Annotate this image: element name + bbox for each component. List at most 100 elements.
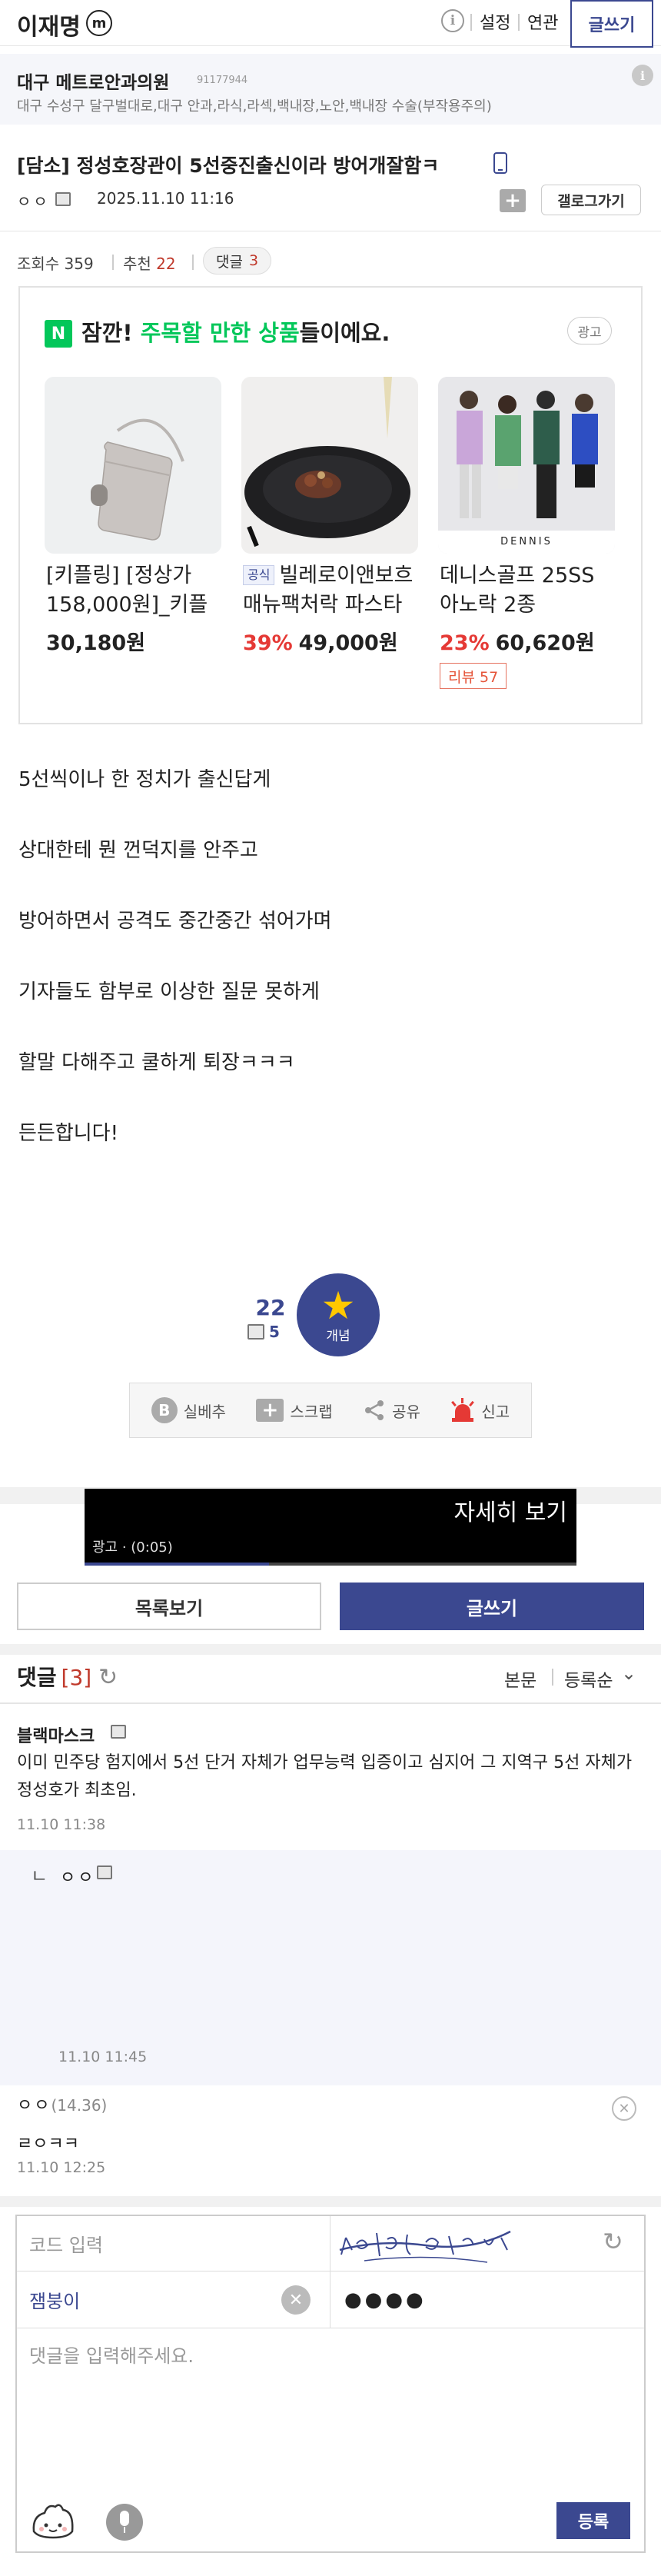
- post-body-line: 상대한테 뭔 껀덕지를 안주고: [18, 839, 258, 862]
- star-icon: ★: [321, 1283, 356, 1328]
- recommend-total: 22: [255, 1295, 286, 1320]
- product-discount-2: 39%: [243, 631, 293, 655]
- comment-author[interactable]: 블랙마스크: [17, 1722, 95, 1747]
- reply-author[interactable]: ㅇㅇ: [60, 1864, 95, 1889]
- brand-label: DENNIS: [500, 536, 553, 547]
- header-divider: [470, 14, 472, 31]
- add-icon[interactable]: +: [500, 189, 526, 212]
- video-time: 광고 · (0:05): [92, 1539, 173, 1556]
- share-button[interactable]: 공유: [363, 1399, 420, 1422]
- comment-count-pill[interactable]: 댓글 3: [203, 247, 272, 275]
- report-label: 신고: [481, 1402, 510, 1421]
- post-title: [담소] 정성호장관이 5선중진출신이라 방어개잘함ㅋ: [17, 155, 440, 177]
- comments-header-label: 댓글: [17, 1665, 57, 1690]
- divider: [112, 255, 114, 270]
- heading-pre: 잠깐!: [81, 320, 141, 346]
- ad-label-badge[interactable]: 광고: [567, 317, 612, 344]
- official-badge: 공식: [243, 565, 275, 585]
- heading-post: 들이에요.: [299, 320, 390, 346]
- product-price-3-value: 60,620원: [495, 631, 595, 655]
- info-icon[interactable]: i: [441, 9, 464, 32]
- comment-author[interactable]: ㅇㅇ(14.36): [17, 2092, 107, 2116]
- divider: [552, 1669, 553, 1686]
- comments-header-count: [3]: [61, 1665, 92, 1690]
- recommend-count: 추천 22: [123, 251, 176, 274]
- product-title-1[interactable]: [키플링] [정상가 158,000원]_키플링 미니: [46, 561, 224, 620]
- minor-gallery-badge-icon: m: [86, 10, 112, 36]
- share-icon: [365, 1400, 384, 1420]
- product-image-bag[interactable]: [45, 377, 221, 554]
- comment-date: 11.10 11:38: [17, 1816, 106, 1833]
- gaenyeom-recommend-button[interactable]: ★ 개념: [297, 1273, 380, 1356]
- sort-order-dropdown[interactable]: 등록순: [564, 1666, 613, 1692]
- list-button[interactable]: 목록보기: [17, 1583, 321, 1630]
- post-body-line: 5선씩이나 한 정치가 출신답게: [18, 768, 271, 791]
- comments-header: 댓글 [3]: [17, 1661, 91, 1692]
- comment-text: 이미 민주당 험지에서 5선 단거 자체가 업무능력 입증이고 심지어 그 지역…: [17, 1753, 633, 1800]
- fixed-nick-icon: [55, 192, 71, 206]
- video-more-link[interactable]: 자세히 보기: [453, 1493, 567, 1527]
- product-image-plate[interactable]: [241, 377, 418, 554]
- submit-comment-button[interactable]: 등록: [556, 2502, 630, 2539]
- divider: [0, 1702, 661, 1704]
- mobile-recommend: 5: [247, 1323, 280, 1341]
- gaenyeom-label: 개념: [326, 1328, 350, 1344]
- chevron-down-icon[interactable]: ⌄: [621, 1662, 636, 1684]
- sort-body-button[interactable]: 본문: [504, 1666, 536, 1692]
- post-body-line: 기자들도 함부로 이상한 질문 못하게: [18, 980, 320, 1003]
- silbe-button[interactable]: B 실베추: [151, 1397, 226, 1423]
- video-progress-fill: [85, 1563, 269, 1566]
- ad-phone: 91177944: [197, 75, 248, 86]
- mobile-icon: [247, 1324, 264, 1340]
- settings-button[interactable]: 설정: [480, 9, 510, 34]
- scrap-plus-icon: +: [256, 1399, 284, 1422]
- header-divider: [518, 14, 520, 31]
- gallog-button[interactable]: 갤로그가기: [541, 185, 641, 215]
- recommend-value: 22: [156, 255, 176, 273]
- product-price-2-value: 49,000원: [298, 631, 398, 655]
- microphone-icon[interactable]: [106, 2504, 143, 2541]
- product-ad-heading: 잠깐! 주목할 만한 상품들이에요.: [81, 315, 390, 348]
- post-action-bar: B 실베추 + 스크랩 공유 신고: [129, 1383, 532, 1438]
- divider: [192, 255, 194, 270]
- product-price-2: 39% 49,000원: [243, 626, 398, 656]
- product-title-3[interactable]: 데니스골프 25SS 아노락 2종: [440, 561, 618, 620]
- heading-highlight: 주목할 만한 상품: [140, 320, 300, 346]
- post-author[interactable]: ㅇㅇ: [17, 189, 50, 211]
- captcha-image: [330, 2216, 644, 2271]
- write-button[interactable]: 글쓰기: [340, 1583, 644, 1630]
- write-button-top[interactable]: 글쓰기: [570, 0, 653, 48]
- siren-icon: [450, 1398, 475, 1423]
- ad-clinic-name[interactable]: 대구 메트로안과의원: [17, 68, 169, 94]
- refresh-icon[interactable]: ↻: [98, 1664, 118, 1691]
- section-divider: [0, 2196, 661, 2207]
- clear-icon[interactable]: ✕: [281, 2285, 311, 2315]
- comment-author-ip: (14.36): [51, 2096, 108, 2115]
- password-input[interactable]: ●●●●: [330, 2271, 644, 2328]
- product-discount-3: 23%: [440, 631, 490, 655]
- product-price-1: 30,180원: [46, 626, 145, 656]
- video-ad[interactable]: 자세히 보기 광고 · (0:05): [85, 1489, 576, 1566]
- gallery-title[interactable]: 이재명: [17, 8, 81, 42]
- scrap-label: 스크랩: [290, 1402, 333, 1421]
- view-count: 조회수 359: [17, 255, 94, 273]
- post-body-line: 든든합니다!: [18, 1122, 119, 1145]
- comment-date: 11.10 12:25: [17, 2159, 106, 2176]
- product-title-2[interactable]: 공식 빌레로이앤보흐 매뉴팩처락 파스타: [243, 561, 421, 620]
- delete-comment-icon[interactable]: ✕: [612, 2096, 636, 2121]
- product-image-golf-jackets[interactable]: DENNIS: [438, 377, 615, 554]
- post-body-line: 방어하면서 공격도 중간중간 섞어가며: [18, 910, 332, 933]
- ad-info-icon[interactable]: i: [632, 65, 653, 86]
- scrap-button[interactable]: + 스크랩: [256, 1399, 333, 1422]
- reply-date: 11.10 11:45: [58, 2048, 148, 2065]
- related-button[interactable]: 연관: [527, 9, 558, 34]
- product-price-1-value: 30,180원: [46, 631, 146, 655]
- report-button[interactable]: 신고: [450, 1398, 510, 1423]
- comment-author-name: ㅇㅇ: [17, 2096, 51, 2115]
- captcha-refresh-icon[interactable]: ↻: [603, 2227, 623, 2256]
- captcha-code-input[interactable]: 코드 입력: [17, 2216, 330, 2271]
- post-body-line: 할말 다해주고 쿨하게 퇴장ㅋㅋㅋ: [18, 1051, 295, 1074]
- section-divider: [0, 1644, 661, 1655]
- comment-textarea[interactable]: 댓글을 입력해주세요.: [17, 2328, 644, 2482]
- dccon-emoticon-icon[interactable]: [29, 2501, 77, 2541]
